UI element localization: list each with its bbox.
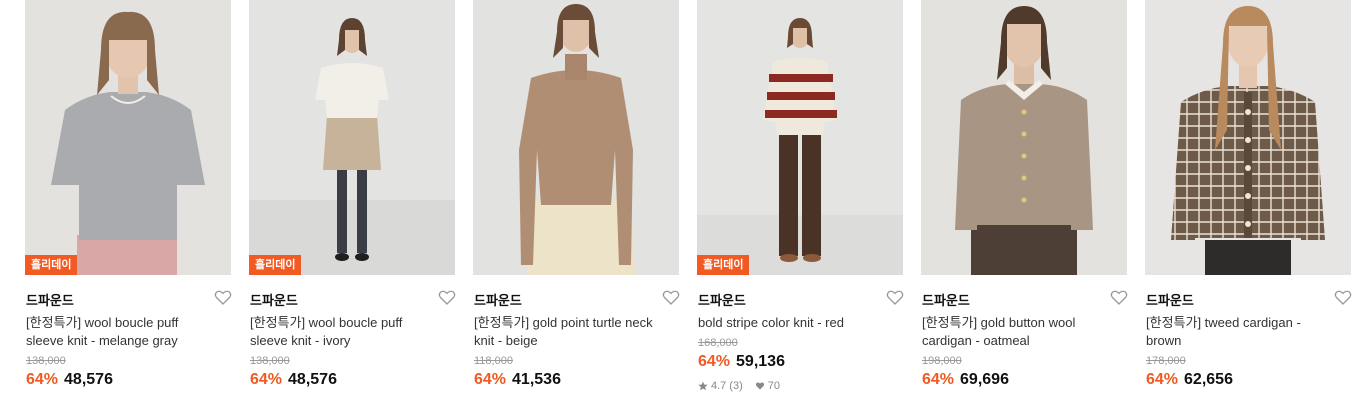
sale-price: 62,656 <box>1184 371 1233 388</box>
brand-name[interactable]: 드파운드 <box>1146 290 1194 309</box>
heart-outline-icon[interactable] <box>1333 288 1353 308</box>
product-name-line[interactable]: [한정특가] tweed cardigan - <box>1146 314 1351 332</box>
product-name[interactable]: [한정특가] wool boucle puff sleeve knit - me… <box>25 314 231 350</box>
product-photo-oatmeal <box>921 0 1127 275</box>
product-name-line[interactable]: [한정특가] wool boucle puff <box>26 314 231 332</box>
sale-price: 41,536 <box>512 371 561 388</box>
price-row: 64% 48,576 <box>25 371 233 389</box>
heart-outline-icon[interactable] <box>1109 288 1129 308</box>
discount-rate: 64% <box>1146 371 1179 388</box>
product-card[interactable]: 드파운드 [한정특가] tweed cardigan - brown 178,0… <box>1145 0 1353 389</box>
brand-name[interactable]: 드파운드 <box>474 290 522 309</box>
product-name-line[interactable]: [한정특가] gold point turtle neck <box>474 314 679 332</box>
sale-price: 48,576 <box>64 371 113 388</box>
review-count: (3) <box>729 380 743 392</box>
product-name-line[interactable]: [한정특가] gold button wool <box>922 314 1127 332</box>
product-card[interactable]: 홀리데이 드파운드 [한정특가] wool boucle puff sleeve… <box>249 0 457 389</box>
product-photo-red-stripe <box>697 0 903 275</box>
product-photo-melange-gray <box>25 0 231 275</box>
product-name-line[interactable]: sleeve knit - melange gray <box>26 332 231 350</box>
discount-rate: 64% <box>698 353 731 370</box>
brand-name[interactable]: 드파운드 <box>26 290 74 309</box>
product-name[interactable]: [한정특가] tweed cardigan - brown <box>1145 314 1351 350</box>
product-image[interactable] <box>921 0 1127 275</box>
original-price: 198,000 <box>922 355 962 367</box>
product-image[interactable]: 홀리데이 <box>25 0 231 275</box>
discount-rate: 64% <box>250 371 283 388</box>
sale-price: 59,136 <box>736 353 785 370</box>
discount-rate: 64% <box>474 371 507 388</box>
heart-filled-icon <box>755 382 764 390</box>
price-row: 64% 69,696 <box>921 371 1129 389</box>
product-meta: 4.7 (3) 70 <box>697 380 905 392</box>
brand-name[interactable]: 드파운드 <box>698 290 746 309</box>
product-grid: 홀리데이 드파운드 [한정특가] wool boucle puff sleeve… <box>0 0 1354 404</box>
product-name-line[interactable]: bold stripe color knit - red <box>698 314 903 332</box>
holiday-badge: 홀리데이 <box>25 255 78 275</box>
product-name[interactable]: [한정특가] gold point turtle neck knit - bei… <box>473 314 679 350</box>
sale-price: 48,576 <box>288 371 337 388</box>
original-price: 178,000 <box>1146 355 1186 367</box>
product-name-line[interactable]: cardigan - oatmeal <box>922 332 1127 350</box>
original-price: 138,000 <box>250 355 290 367</box>
sale-price: 69,696 <box>960 371 1009 388</box>
product-photo-ivory <box>249 0 455 275</box>
product-card[interactable]: 홀리데이 드파운드 [한정특가] wool boucle puff sleeve… <box>25 0 233 389</box>
like-count: 70 <box>767 380 780 392</box>
heart-outline-icon[interactable] <box>661 288 681 308</box>
product-card[interactable]: 드파운드 [한정특가] gold button wool cardigan - … <box>921 0 1129 389</box>
discount-rate: 64% <box>922 371 955 388</box>
holiday-badge: 홀리데이 <box>249 255 302 275</box>
product-card[interactable]: 홀리데이 드파운드 bold stripe color knit - red 1… <box>697 0 905 392</box>
holiday-badge: 홀리데이 <box>697 255 750 275</box>
product-name-line[interactable]: [한정특가] wool boucle puff <box>250 314 455 332</box>
heart-outline-icon[interactable] <box>213 288 233 308</box>
brand-name[interactable]: 드파운드 <box>922 290 970 309</box>
price-row: 64% 62,656 <box>1145 371 1353 389</box>
product-card[interactable]: 드파운드 [한정특가] gold point turtle neck knit … <box>473 0 681 389</box>
product-photo-beige <box>473 0 679 275</box>
price-row: 64% 59,136 <box>697 353 905 371</box>
product-name[interactable]: [한정특가] wool boucle puff sleeve knit - iv… <box>249 314 455 350</box>
original-price: 138,000 <box>26 355 66 367</box>
heart-outline-icon[interactable] <box>437 288 457 308</box>
product-name-line[interactable]: brown <box>1146 332 1351 350</box>
product-photo-tweed-brown <box>1145 0 1351 275</box>
price-row: 64% 41,536 <box>473 371 681 389</box>
product-image[interactable] <box>1145 0 1351 275</box>
product-image[interactable]: 홀리데이 <box>697 0 903 275</box>
product-name-line[interactable]: knit - beige <box>474 332 679 350</box>
brand-name[interactable]: 드파운드 <box>250 290 298 309</box>
discount-rate: 64% <box>26 371 59 388</box>
star-icon <box>698 381 708 391</box>
product-name[interactable]: [한정특가] gold button wool cardigan - oatme… <box>921 314 1127 350</box>
rating-value: 4.7 <box>711 380 727 392</box>
product-image[interactable]: 홀리데이 <box>249 0 455 275</box>
original-price: 168,000 <box>698 337 738 349</box>
original-price: 118,000 <box>474 355 513 367</box>
product-name-line[interactable]: sleeve knit - ivory <box>250 332 455 350</box>
price-row: 64% 48,576 <box>249 371 457 389</box>
product-image[interactable] <box>473 0 679 275</box>
heart-outline-icon[interactable] <box>885 288 905 308</box>
